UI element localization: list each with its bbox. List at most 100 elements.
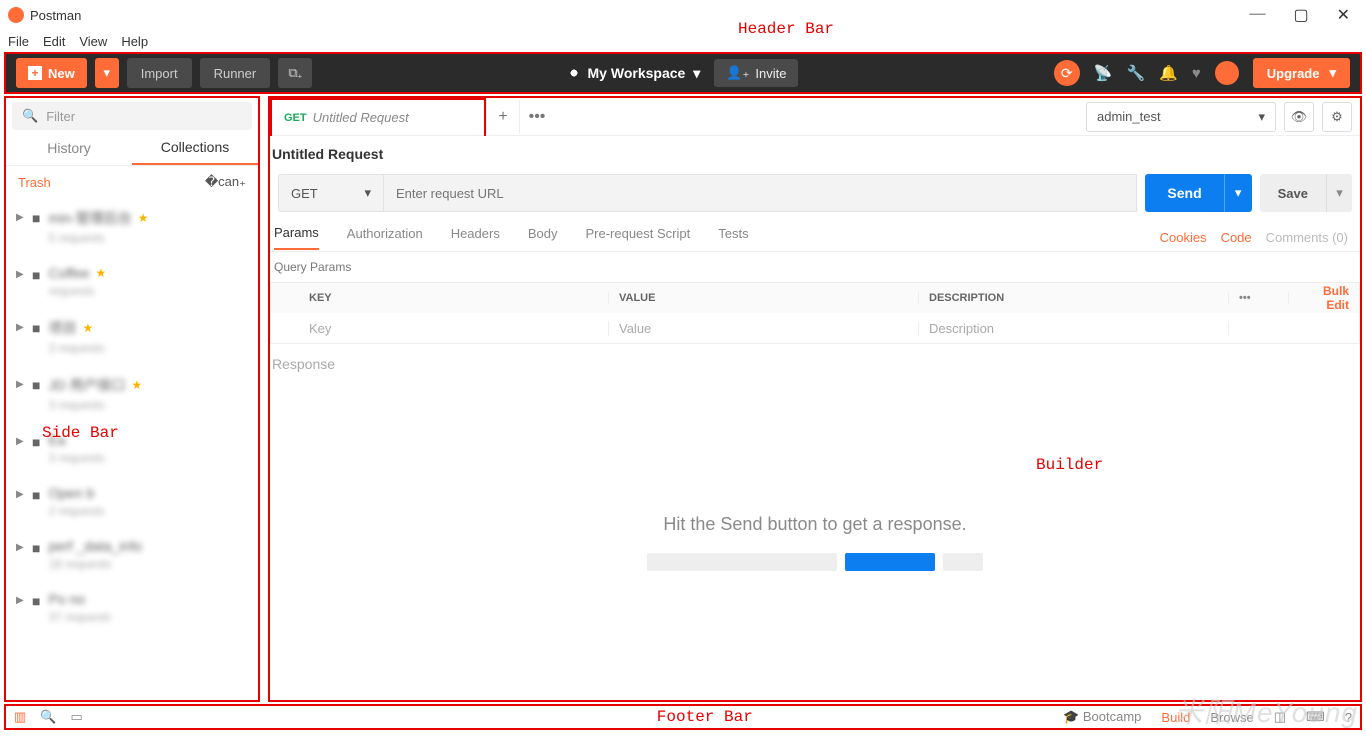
collection-item[interactable]: ▶ ■ JD 用户接口★ 3 requests bbox=[6, 365, 258, 422]
collection-name: 项目 bbox=[48, 318, 76, 338]
request-title: Untitled Request bbox=[270, 136, 1360, 170]
runner-button[interactable]: Runner bbox=[200, 58, 271, 88]
folder-icon: ■ bbox=[32, 267, 40, 283]
tab-tests[interactable]: Tests bbox=[718, 226, 748, 249]
collections-list: ▶ ■ min-管理后台★ 5 requests ▶ ■ Coffee★ req… bbox=[6, 198, 258, 700]
collection-item[interactable]: ▶ ■ perf _data_info 18 requests bbox=[6, 528, 258, 581]
url-input[interactable] bbox=[384, 174, 1137, 212]
comments-link[interactable]: Comments (0) bbox=[1266, 230, 1348, 245]
person-plus-icon: 👤₊ bbox=[726, 65, 749, 81]
minimize-icon[interactable]: — bbox=[1249, 5, 1265, 25]
star-icon: ★ bbox=[131, 378, 142, 392]
tab-options-button[interactable]: ••• bbox=[520, 100, 554, 134]
menu-help[interactable]: Help bbox=[121, 34, 148, 49]
upgrade-button[interactable]: Upgrade▾ bbox=[1253, 58, 1350, 88]
maximize-icon[interactable]: ▢ bbox=[1293, 5, 1308, 25]
browse-link[interactable]: Browse bbox=[1210, 710, 1253, 725]
keyboard-icon[interactable]: ⌨ bbox=[1306, 709, 1325, 725]
build-link[interactable]: Build bbox=[1161, 710, 1190, 725]
header-toolbar: +New ▾ Import Runner ⧉₊ My Workspace ▾ 👤… bbox=[4, 52, 1362, 94]
tab-history[interactable]: History bbox=[6, 130, 132, 165]
collection-item[interactable]: ▶ ■ Coffee★ requests bbox=[6, 255, 258, 308]
menu-edit[interactable]: Edit bbox=[43, 34, 65, 49]
send-dropdown[interactable]: ▾ bbox=[1224, 174, 1252, 212]
th-key: KEY bbox=[299, 292, 609, 304]
tab-collections[interactable]: Collections bbox=[132, 130, 258, 165]
collection-subtitle: 18 requests bbox=[48, 557, 248, 571]
collection-item[interactable]: ▶ ■ Open b 2 requests bbox=[6, 475, 258, 528]
tab-prerequest[interactable]: Pre-request Script bbox=[585, 226, 690, 249]
menu-bar: File Edit View Help bbox=[0, 30, 1366, 52]
bootcamp-link[interactable]: 🎓 Bootcamp bbox=[1063, 709, 1141, 725]
code-link[interactable]: Code bbox=[1221, 230, 1252, 245]
response-label: Response bbox=[270, 344, 1360, 384]
collection-item[interactable]: ▶ ■ Ea 3 requests bbox=[6, 422, 258, 475]
console-icon[interactable]: ▭ bbox=[70, 709, 82, 725]
new-button[interactable]: +New bbox=[16, 58, 87, 88]
response-skeleton bbox=[647, 553, 983, 571]
folder-icon: ■ bbox=[32, 434, 40, 450]
grid-icon bbox=[568, 67, 580, 79]
trash-link[interactable]: Trash bbox=[18, 175, 51, 190]
workspace-selector[interactable]: My Workspace ▾ bbox=[568, 65, 701, 82]
menu-view[interactable]: View bbox=[79, 34, 107, 49]
new-dropdown[interactable]: ▾ bbox=[95, 58, 119, 88]
chevron-right-icon: ▶ bbox=[16, 322, 24, 333]
new-collection-icon[interactable]: �can₊ bbox=[205, 174, 246, 190]
tab-headers[interactable]: Headers bbox=[451, 226, 500, 249]
invite-button[interactable]: 👤₊ Invite bbox=[714, 59, 798, 87]
request-tab[interactable]: GET Untitled Request bbox=[270, 98, 486, 136]
save-button[interactable]: Save bbox=[1260, 174, 1326, 212]
send-button[interactable]: Send bbox=[1145, 174, 1223, 212]
bell-icon[interactable]: 🔔 bbox=[1159, 64, 1178, 82]
tab-authorization[interactable]: Authorization bbox=[347, 226, 423, 249]
chevron-down-icon: ▾ bbox=[364, 185, 371, 201]
avatar[interactable] bbox=[1215, 61, 1239, 85]
collection-name: Po no bbox=[48, 591, 85, 607]
new-tab-button[interactable]: + bbox=[486, 100, 520, 134]
sidebar-toggle-icon[interactable]: ▥ bbox=[14, 709, 26, 725]
folder-icon: ■ bbox=[32, 377, 40, 393]
sync-icon[interactable]: ⟳ bbox=[1054, 60, 1080, 86]
params-row[interactable]: Key Value Description bbox=[271, 313, 1359, 343]
close-icon[interactable]: ✕ bbox=[1337, 5, 1350, 25]
postman-logo-icon bbox=[8, 7, 24, 23]
collection-subtitle: 2 requests bbox=[48, 504, 248, 518]
description-input[interactable]: Description bbox=[919, 321, 1229, 336]
columns-options[interactable]: ••• bbox=[1229, 292, 1289, 304]
value-input[interactable]: Value bbox=[609, 321, 919, 336]
filter-input[interactable]: 🔍 Filter bbox=[12, 102, 252, 130]
folder-icon: ■ bbox=[32, 540, 40, 556]
annotation-footer: Footer Bar bbox=[657, 708, 753, 726]
star-icon: ★ bbox=[82, 321, 93, 335]
collection-item[interactable]: ▶ ■ Po no 37 requests bbox=[6, 581, 258, 634]
help-icon[interactable]: ? bbox=[1345, 710, 1352, 725]
star-icon: ★ bbox=[95, 266, 106, 280]
new-window-button[interactable]: ⧉₊ bbox=[278, 58, 312, 88]
satellite-icon[interactable]: 📡 bbox=[1094, 64, 1113, 82]
heart-icon[interactable]: ♥ bbox=[1192, 65, 1201, 82]
tab-body[interactable]: Body bbox=[528, 226, 558, 249]
method-select[interactable]: GET▾ bbox=[278, 174, 384, 212]
collection-subtitle: 3 requests bbox=[48, 398, 248, 412]
menu-file[interactable]: File bbox=[8, 34, 29, 49]
wrench-icon[interactable]: 🔧 bbox=[1126, 64, 1145, 82]
bulk-edit-link[interactable]: Bulk Edit bbox=[1289, 284, 1359, 312]
settings-gear-icon[interactable]: ⚙ bbox=[1322, 102, 1352, 132]
tab-params[interactable]: Params bbox=[274, 225, 319, 250]
key-input[interactable]: Key bbox=[299, 321, 609, 336]
th-value: VALUE bbox=[609, 292, 919, 304]
env-quicklook-button[interactable]: 👁 bbox=[1284, 102, 1314, 132]
collection-item[interactable]: ▶ ■ min-管理后台★ 5 requests bbox=[6, 198, 258, 255]
two-pane-icon[interactable]: ◫ bbox=[1274, 709, 1286, 725]
collection-item[interactable]: ▶ ■ 项目★ 3 requests bbox=[6, 308, 258, 365]
collection-name: Coffee bbox=[48, 265, 89, 281]
save-dropdown[interactable]: ▾ bbox=[1326, 174, 1352, 212]
collection-name: perf _data_info bbox=[48, 538, 141, 554]
environment-select[interactable]: admin_test▾ bbox=[1086, 102, 1276, 132]
search-icon: 🔍 bbox=[22, 108, 38, 124]
import-button[interactable]: Import bbox=[127, 58, 192, 88]
cookies-link[interactable]: Cookies bbox=[1160, 230, 1207, 245]
find-icon[interactable]: 🔍 bbox=[40, 709, 56, 725]
sidebar: 🔍 Filter History Collections Trash �can₊… bbox=[4, 96, 260, 702]
